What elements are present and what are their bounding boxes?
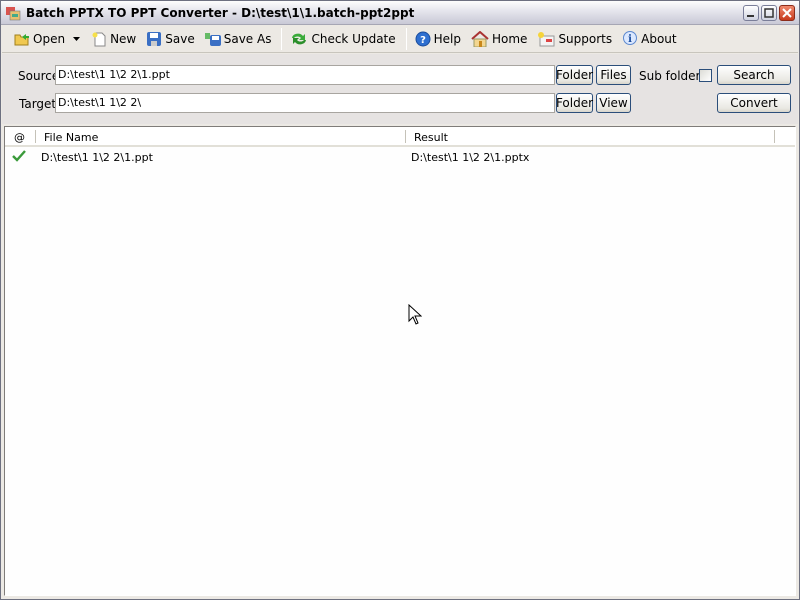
target-folder-button[interactable]: Folder xyxy=(556,93,593,113)
open-button[interactable]: Open xyxy=(10,28,69,50)
options-panel: Source D:\test\1 1\2 2\1.ppt Folder File… xyxy=(2,54,798,124)
title-bar: Batch PPTX TO PPT Converter - D:\test\1\… xyxy=(1,1,799,25)
app-window: Batch PPTX TO PPT Converter - D:\test\1\… xyxy=(0,0,800,600)
mail-icon xyxy=(538,31,555,46)
check-update-label: Check Update xyxy=(311,31,396,46)
close-button[interactable] xyxy=(779,5,795,21)
search-button[interactable]: Search xyxy=(717,65,791,85)
app-icon xyxy=(6,7,21,21)
supports-button[interactable]: Supports xyxy=(533,28,616,50)
minimize-button[interactable] xyxy=(743,5,759,21)
target-label: Target xyxy=(19,97,57,111)
home-icon xyxy=(471,30,489,47)
checkmark-icon xyxy=(12,150,26,162)
open-folder-icon xyxy=(14,33,29,45)
help-icon: ? xyxy=(415,31,431,46)
convert-button[interactable]: Convert xyxy=(717,93,791,113)
column-header-result[interactable]: Result xyxy=(414,131,448,144)
toolbar-separator xyxy=(281,27,283,50)
column-header-file-name[interactable]: File Name xyxy=(44,131,98,144)
svg-text:i: i xyxy=(628,34,632,45)
help-label: Help xyxy=(433,31,461,46)
subfolders-checkbox[interactable] xyxy=(699,69,712,82)
toolbar: Open New Save Save As Check Update ? Hel… xyxy=(2,25,798,53)
row-file-name: D:\test\1 1\2 2\1.ppt xyxy=(41,151,153,164)
source-input[interactable]: D:\test\1 1\2 2\1.ppt xyxy=(55,65,555,85)
home-label: Home xyxy=(492,31,528,46)
minimize-icon xyxy=(747,15,754,17)
save-as-label: Save As xyxy=(223,31,272,46)
svg-text:?: ? xyxy=(420,35,426,46)
list-header: @ File Name Result xyxy=(5,127,795,147)
column-header-status[interactable]: @ xyxy=(14,131,25,144)
save-button[interactable]: Save xyxy=(142,28,198,50)
view-button[interactable]: View xyxy=(596,93,631,113)
new-file-icon xyxy=(92,32,106,46)
target-input[interactable]: D:\test\1 1\2 2\ xyxy=(55,93,555,113)
row-result: D:\test\1 1\2 2\1.pptx xyxy=(411,151,530,164)
source-label: Source xyxy=(18,69,60,83)
maximize-button[interactable] xyxy=(761,5,777,21)
source-files-button[interactable]: Files xyxy=(596,65,631,85)
file-list[interactable]: @ File Name Result D:\test\1 1\2 2\1.ppt… xyxy=(4,126,796,596)
column-divider[interactable] xyxy=(35,130,36,143)
source-folder-button[interactable]: Folder xyxy=(556,65,593,85)
save-icon xyxy=(147,31,162,46)
table-row[interactable]: D:\test\1 1\2 2\1.ppt D:\test\1 1\2 2\1.… xyxy=(5,148,795,166)
about-label: About xyxy=(641,31,677,46)
subfolders-label: Sub folders xyxy=(639,69,707,83)
column-divider[interactable] xyxy=(774,130,775,143)
toolbar-separator xyxy=(405,27,407,50)
save-as-button[interactable]: Save As xyxy=(201,28,276,50)
mouse-cursor-icon xyxy=(408,304,422,325)
chevron-down-icon xyxy=(73,36,81,41)
save-label: Save xyxy=(165,31,195,46)
help-button[interactable]: ? Help xyxy=(411,28,465,50)
info-icon: i xyxy=(623,30,638,45)
home-button[interactable]: Home xyxy=(467,28,531,50)
supports-label: Supports xyxy=(558,31,613,46)
close-icon xyxy=(782,8,792,18)
open-dropdown-arrow[interactable] xyxy=(71,28,85,50)
new-button[interactable]: New xyxy=(87,28,140,50)
window-title: Batch PPTX TO PPT Converter - D:\test\1\… xyxy=(26,6,415,20)
check-update-button[interactable]: Check Update xyxy=(286,28,399,50)
column-divider[interactable] xyxy=(405,130,406,143)
maximize-icon xyxy=(764,8,774,18)
new-label: New xyxy=(110,31,137,46)
open-label: Open xyxy=(33,31,66,46)
about-button[interactable]: i About xyxy=(618,28,680,50)
refresh-icon xyxy=(292,33,307,44)
save-as-icon xyxy=(204,32,221,46)
